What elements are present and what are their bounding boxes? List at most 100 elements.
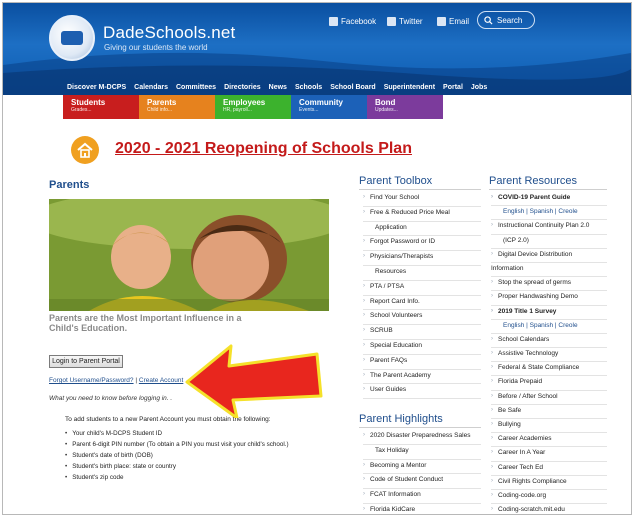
list-item[interactable]: › SCRUB [363,325,481,340]
list-item-label: Career In A Year [498,449,546,457]
list-item[interactable]: Tax Holiday [363,445,481,460]
nav-item[interactable]: Discover M-DCPS [67,84,126,91]
site-tagline: Giving our students the world [104,43,208,52]
list-item-label: Find Your School [370,194,420,201]
list-item: Your child's M-DCPS Student ID [65,430,289,441]
facebook-link[interactable]: Facebook [329,17,376,26]
search-button[interactable]: Search [477,11,535,29]
list-item[interactable]: › FCAT Information [363,489,481,504]
nav-item[interactable]: Jobs [471,84,487,91]
nav-item[interactable]: School Board [330,84,376,91]
list-item[interactable]: › User Guides [363,384,481,400]
list-item[interactable]: › Free & Reduced Price Meal [363,207,481,222]
list-item[interactable]: › School Calendars [491,334,607,349]
audience-tabs: Students Grades... Parents Child info...… [63,95,443,119]
list-item-label: 2019 Title 1 Survey [498,307,557,315]
bullet-icon: › [491,250,493,257]
list-item[interactable]: › Assistive Technology [491,348,607,363]
divider [489,189,607,190]
nav-item[interactable]: Schools [295,84,322,91]
create-account-link[interactable]: Create Account [139,377,183,384]
nav-item[interactable]: Calendars [134,84,168,91]
toolbox-title: Parent Toolbox [359,175,433,187]
list-item[interactable]: Application [363,222,481,237]
list-item[interactable]: › Code of Student Conduct [363,474,481,490]
district-logo[interactable] [49,15,95,61]
reopening-plan-link[interactable]: 2020 - 2021 Reopening of Schools Plan [115,140,412,158]
list-item[interactable]: › School Volunteers [363,310,481,326]
list-item[interactable]: › Special Education [363,340,481,355]
list-item[interactable]: › Forgot Password or ID [363,236,481,252]
list-item[interactable]: › 2020 Disaster Preparedness Sales [363,430,481,445]
list-item-label: Physicians/Therapists [370,253,434,261]
list-item[interactable]: Information [491,263,607,278]
twitter-icon [387,17,396,26]
list-item[interactable]: English | Spanish | Creole [491,206,607,221]
list-item-label: Career Academies [498,435,552,443]
list-item[interactable]: › Parent FAQs [363,355,481,370]
tab-parents[interactable]: Parents Child info... [139,95,215,119]
list-item[interactable]: › Digital Device Distribution [491,249,607,263]
list-item[interactable]: › 2019 Title 1 Survey [491,306,607,320]
list-item[interactable]: › COVID-19 Parent Guide [491,192,607,207]
list-item-label: Becoming a Mentor [370,461,427,469]
photo-caption: Parents are the Most Important Influence… [49,313,242,333]
school-house-icon[interactable] [71,136,99,164]
forgot-credentials-link[interactable]: Forgot Username/Password? [49,377,134,384]
nav-item[interactable]: Superintendent [384,84,435,91]
list-item[interactable]: English | Spanish | Creole [491,320,607,334]
list-item-label: Florida Prepaid [498,378,543,386]
twitter-link[interactable]: Twitter [387,17,423,26]
list-item[interactable]: (ICP 2.0) [491,235,607,249]
tab-bond[interactable]: Bond Updates... [367,95,443,119]
list-item[interactable]: › Civil Rights Compliance [491,476,607,490]
list-item[interactable]: › Before / After School [491,391,607,405]
list-item[interactable]: › Instructional Continuity Plan 2.0 [491,220,607,235]
list-item[interactable]: › Becoming a Mentor [363,460,481,475]
tab-community[interactable]: Community Events... [291,95,367,119]
list-item[interactable]: › PTA / PTSA [363,281,481,296]
site-name[interactable]: DadeSchools.net [103,23,235,43]
list-item[interactable]: › Physicians/Therapists [363,251,481,266]
list-item-label: Career Tech Ed [498,463,544,471]
tab-students[interactable]: Students Grades... [63,95,139,119]
highlights-title: Parent Highlights [359,413,443,425]
list-item[interactable]: › Coding-scratch.mit.edu [491,504,607,514]
login-parent-portal-button[interactable]: Login to Parent Portal [49,355,123,368]
list-item-label: Tax Holiday [375,446,409,454]
list-item-label: Forgot Password or ID [370,238,436,246]
list-item[interactable]: › Be Safe [491,405,607,419]
bullet-icon: › [491,194,493,200]
list-item[interactable]: Resources [363,266,481,281]
bullet-icon: › [363,282,365,289]
list-item[interactable]: › Florida KidCare [363,504,481,514]
list-item[interactable]: › Federal & State Compliance [491,362,607,377]
divider [359,189,481,190]
annotation-arrow [185,344,323,418]
bullet-icon: › [491,406,493,413]
nav-item[interactable]: News [269,84,287,91]
list-item[interactable]: › Proper Handwashing Demo [491,291,607,306]
list-item[interactable]: › Career Academies [491,433,607,448]
list-item[interactable]: › Career Tech Ed [491,462,607,476]
divider [359,427,481,428]
nav-item[interactable]: Committees [176,84,216,91]
need-to-know-link[interactable]: What you need to know before logging in.… [49,395,172,402]
email-link[interactable]: Email [437,17,469,26]
tab-employees[interactable]: Employees HR, payroll... [215,95,291,119]
list-item[interactable]: › Coding-code.org [491,490,607,505]
list-item[interactable]: › Florida Prepaid [491,376,607,391]
nav-item[interactable]: Portal [443,84,463,91]
list-item[interactable]: › Find Your School [363,192,481,207]
email-icon [437,17,446,26]
list-item[interactable]: › Career In A Year [491,447,607,462]
list-item[interactable]: › Report Card Info. [363,296,481,311]
list-item-label: 2020 Disaster Preparedness Sales [370,432,471,439]
list-item: Student's zip code [65,474,289,485]
list-item[interactable]: › The Parent Academy [363,370,481,385]
list-item[interactable]: › Stop the spread of germs [491,277,607,292]
list-item[interactable]: › Bullying [491,419,607,434]
bullet-icon: › [363,312,365,319]
nav-item[interactable]: Directories [224,84,261,91]
bullet-icon: › [363,491,365,498]
